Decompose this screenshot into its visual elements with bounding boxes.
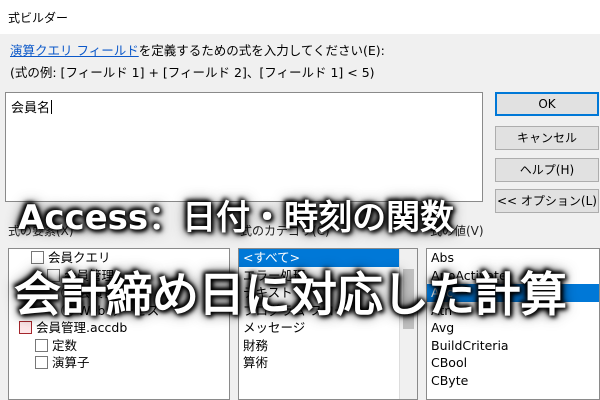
category-item[interactable]: 算術 (239, 354, 417, 372)
tree-item[interactable]: 定数 (9, 337, 229, 355)
cancel-button[interactable]: キャンセル (495, 126, 599, 150)
tree-item[interactable]: 演算子 (9, 354, 229, 372)
expression-input[interactable]: 会員名 (5, 92, 483, 202)
value-item[interactable]: CBool (427, 354, 599, 372)
category-item[interactable]: 財務 (239, 337, 417, 355)
window-title: 式ビルダー (8, 11, 69, 25)
folder-icon (35, 338, 48, 352)
value-item[interactable]: BuildCriteria (427, 337, 599, 355)
instruction-text: 演算クエリ フィールドを定義するための式を入力してください(E): (式の例: … (10, 40, 385, 84)
expression-value: 会員名 (11, 101, 51, 116)
overlay-title-line2: 会計締め日に対応した計算 (14, 268, 567, 323)
calculated-field-link[interactable]: 演算クエリ フィールド (10, 43, 139, 58)
title-bar: 式ビルダー (0, 0, 600, 34)
help-button[interactable]: ヘルプ(H) (495, 158, 599, 182)
value-item[interactable]: CByte (427, 372, 599, 390)
ok-button[interactable]: OK (495, 92, 599, 116)
overlay-title-line1: Access：日付・時刻の関数 (18, 198, 455, 238)
text-caret (51, 100, 53, 114)
folder-icon (35, 356, 48, 369)
instruction-label: を定義するための式を入力してください(E): (138, 43, 385, 58)
expression-example: (式の例: [フィールド 1] + [フィールド 2]、[フィールド 1] < … (10, 65, 375, 80)
